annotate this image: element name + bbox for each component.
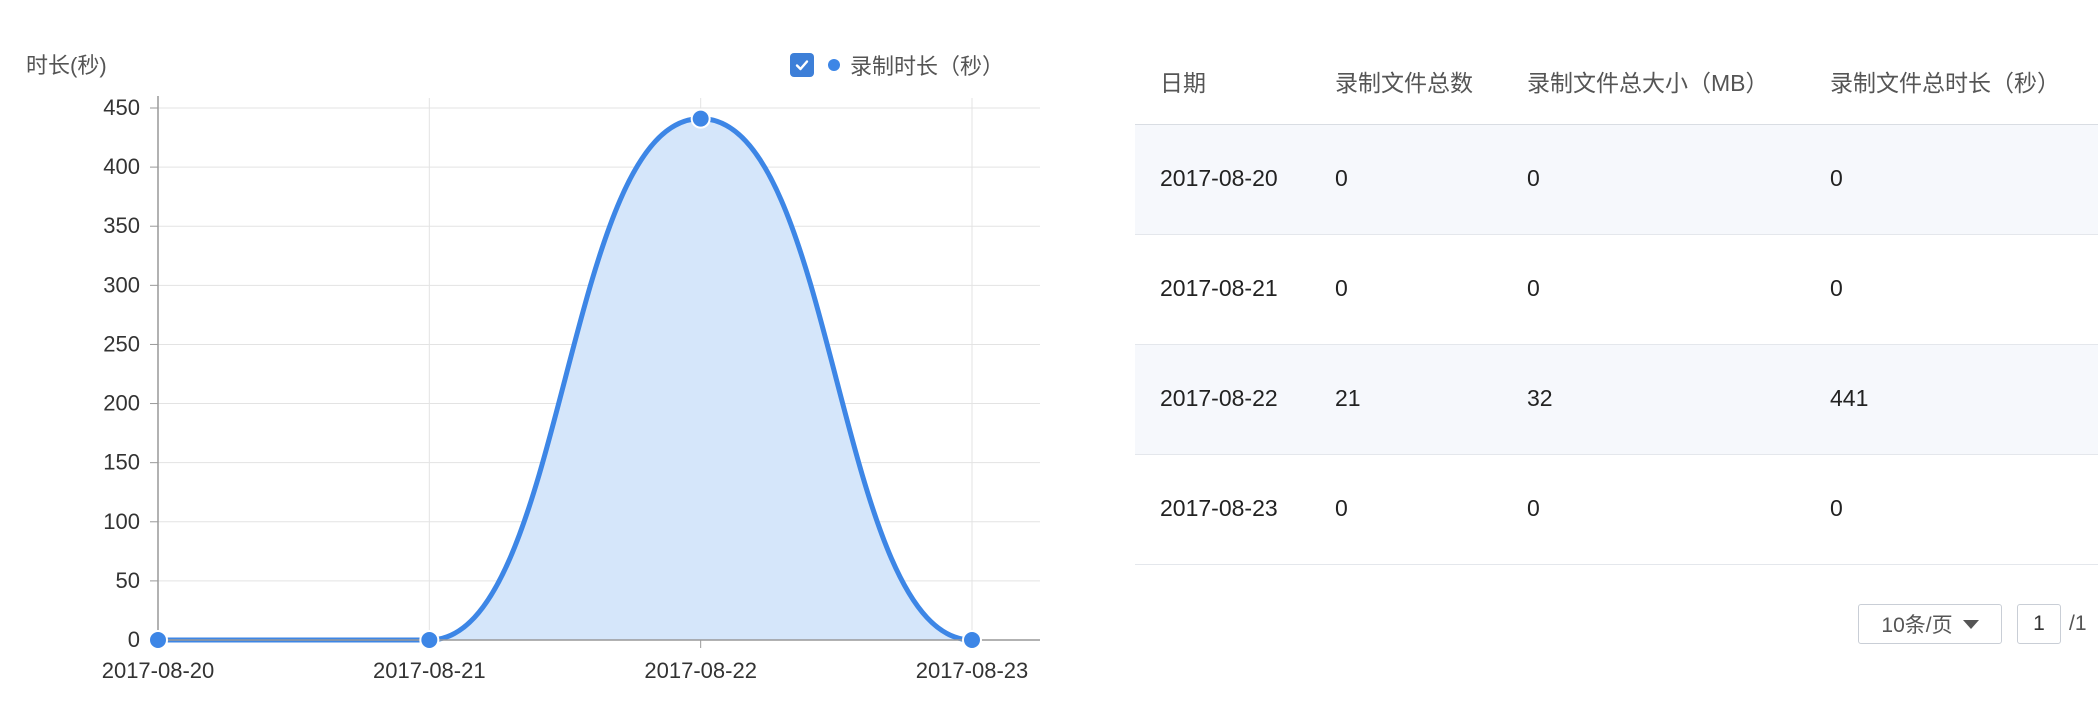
data-point[interactable] <box>690 108 711 129</box>
x-tick-label: 2017-08-20 <box>102 658 215 683</box>
cell-file-duration: 0 <box>1830 275 1843 301</box>
page-size-select[interactable]: 10条/页 <box>1858 604 2002 644</box>
line-chart: 0 50 100 150 200 250 300 350 400 450 2017-08-20 201… <box>102 95 1040 683</box>
page-size-label: 10条/页 <box>1881 614 1953 637</box>
table-row[interactable]: 2017-08-20 0 0 0 <box>1135 125 2098 235</box>
y-tick-label: 100 <box>103 509 140 534</box>
cell-file-size: 0 <box>1527 275 1540 301</box>
cell-file-count: 21 <box>1335 385 1361 411</box>
y-tick-label: 250 <box>103 331 140 356</box>
cell-date: 2017-08-20 <box>1160 165 1278 191</box>
total-pages: /1 <box>2069 612 2087 635</box>
y-tick-label: 150 <box>103 450 140 475</box>
y-tick-label: 350 <box>103 213 140 238</box>
cell-file-duration: 0 <box>1830 165 1843 191</box>
x-tick-label: 2017-08-21 <box>373 658 486 683</box>
header-date[interactable]: 日期 <box>1160 64 1206 98</box>
caret-down-icon <box>1962 619 1979 629</box>
cell-date: 2017-08-21 <box>1160 275 1278 301</box>
x-tick-label: 2017-08-22 <box>644 658 757 683</box>
y-tick-label: 300 <box>103 272 140 297</box>
y-tick-label: 0 <box>128 627 140 652</box>
data-point[interactable] <box>962 630 982 650</box>
y-tick-label: 400 <box>103 154 140 179</box>
header-file-duration[interactable]: 录制文件总时长（秒） <box>1830 64 2060 98</box>
cell-date: 2017-08-22 <box>1160 385 1278 411</box>
cell-file-count: 0 <box>1335 275 1348 301</box>
cell-file-count: 0 <box>1335 495 1348 521</box>
x-tick-label: 2017-08-23 <box>916 658 1029 683</box>
table-row[interactable]: 2017-08-21 0 0 0 <box>1135 235 2098 345</box>
cell-file-size: 0 <box>1527 165 1540 191</box>
pagination: 10条/页 /1 <box>1858 604 2087 644</box>
cell-file-duration: 441 <box>1830 385 1869 411</box>
page-number-input[interactable] <box>2017 604 2061 644</box>
cell-date: 2017-08-23 <box>1160 495 1278 521</box>
cell-file-size: 32 <box>1527 385 1553 411</box>
cell-file-count: 0 <box>1335 165 1348 191</box>
data-point[interactable] <box>419 630 440 650</box>
table-row[interactable]: 2017-08-23 0 0 0 <box>1135 455 2098 565</box>
y-tick-label: 50 <box>116 568 140 593</box>
y-tick-label: 200 <box>103 391 140 416</box>
table-row[interactable]: 2017-08-22 21 32 441 <box>1135 345 2098 455</box>
header-file-count[interactable]: 录制文件总数 <box>1335 64 1473 98</box>
cell-file-duration: 0 <box>1830 495 1843 521</box>
y-tick-label: 450 <box>103 95 140 120</box>
chart-panel: 时长(秒) 录制时长（秒） 0 50 100 150 200 250 300 350 400 45… <box>0 0 1080 712</box>
header-file-size[interactable]: 录制文件总大小（MB） <box>1527 64 1769 98</box>
table-header: 日期 录制文件总数 录制文件总大小（MB） 录制文件总时长（秒） <box>1135 50 2098 125</box>
cell-file-size: 0 <box>1527 495 1540 521</box>
data-point[interactable] <box>148 630 168 650</box>
